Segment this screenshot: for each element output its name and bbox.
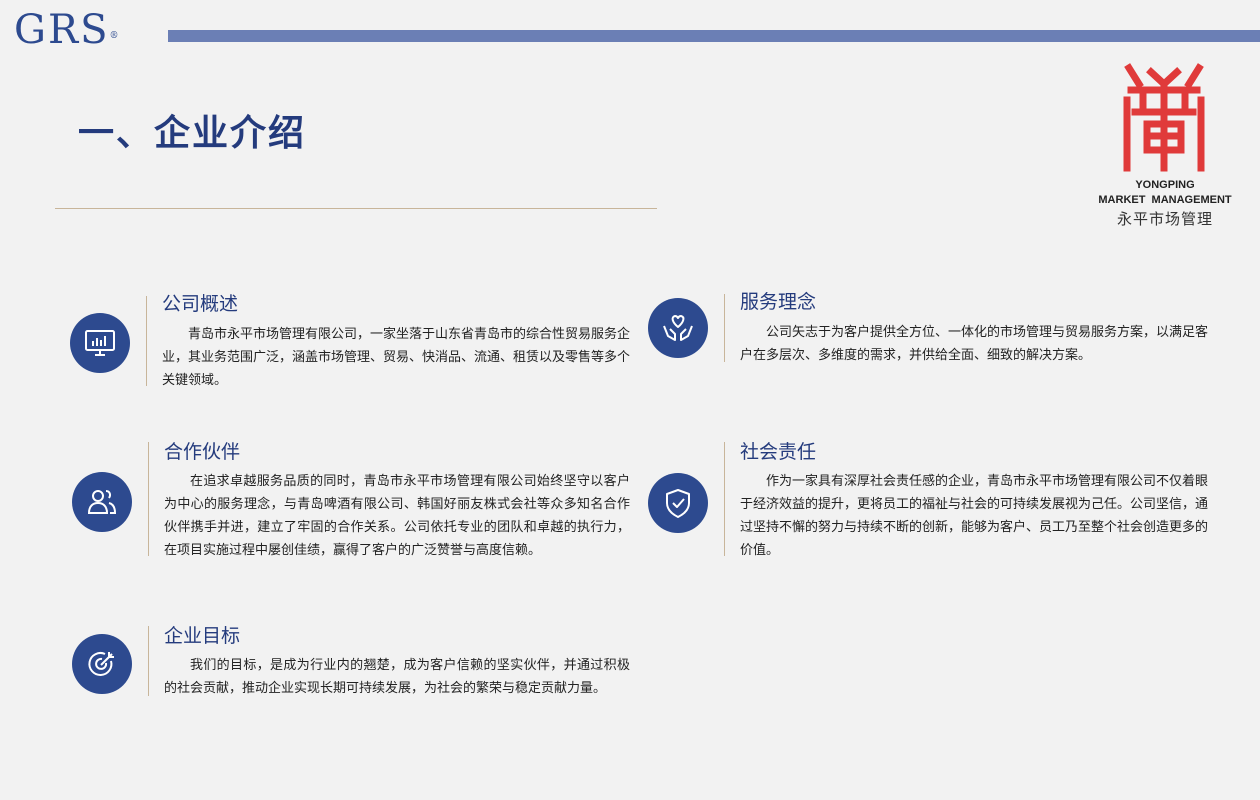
- section-body-overview: 青岛市永平市场管理有限公司，一家坐落于山东省青岛市的综合性贸易服务企业，其业务范…: [162, 327, 631, 388]
- grs-registered-mark: ®: [109, 31, 121, 41]
- header-bar: [168, 30, 1260, 42]
- section-body-goals: 我们的目标，是成为行业内的翘楚，成为客户信赖的坚实伙伴，并通过积极的社会贡献，推…: [164, 658, 630, 696]
- section-title-goals: 企业目标: [164, 625, 241, 647]
- responsibility-divider: [724, 442, 725, 556]
- overview-divider: [146, 296, 147, 386]
- section-body-responsibility: 作为一家具有深厚社会责任感的企业，青岛市永平市场管理有限公司不仅着眼于经济效益的…: [740, 474, 1209, 558]
- users-icon: [87, 490, 117, 514]
- page-title: 一、企业介绍: [78, 113, 307, 154]
- brand-chinese-name: 永平市场管理: [1116, 210, 1213, 228]
- partners-divider: [148, 442, 149, 556]
- brand-english-name: YONGPING MARKET MANAGEMENT: [1090, 178, 1240, 208]
- title-divider: [55, 208, 657, 209]
- brand-line-2: MARKET MANAGEMENT: [1098, 194, 1232, 206]
- service-divider: [724, 294, 725, 362]
- responsibility-icon-badge: [648, 473, 708, 533]
- brand-line-1: YONGPING: [1135, 179, 1195, 191]
- yongping-logo-icon: [1123, 63, 1205, 172]
- section-title-responsibility: 社会责任: [740, 441, 817, 463]
- goals-icon-badge: [72, 634, 132, 694]
- goals-divider: [148, 626, 149, 696]
- shield-check-icon: [666, 489, 690, 518]
- overview-icon-badge: [70, 313, 130, 373]
- target-icon: [88, 652, 114, 676]
- grs-logo-text: GRS: [14, 7, 110, 53]
- section-body-service: 公司矢志于为客户提供全方位、一体化的市场管理与贸易服务方案，以满足客户在多层次、…: [740, 325, 1209, 363]
- partners-icon-badge: [72, 472, 132, 532]
- section-body-partners: 在追求卓越服务品质的同时，青岛市永平市场管理有限公司始终坚守以客户为中心的服务理…: [164, 474, 630, 558]
- section-title-partners: 合作伙伴: [164, 441, 241, 463]
- section-title-overview: 公司概述: [162, 293, 239, 315]
- monitor-chart-icon: [85, 330, 115, 356]
- service-icon-badge: [648, 298, 708, 358]
- section-title-service: 服务理念: [740, 291, 817, 313]
- yongping-brand-logo: YONGPING MARKET MANAGEMENT 永平市场管理: [1090, 58, 1240, 238]
- hands-heart-icon: [663, 315, 693, 341]
- grs-logo: GRS®: [14, 8, 164, 52]
